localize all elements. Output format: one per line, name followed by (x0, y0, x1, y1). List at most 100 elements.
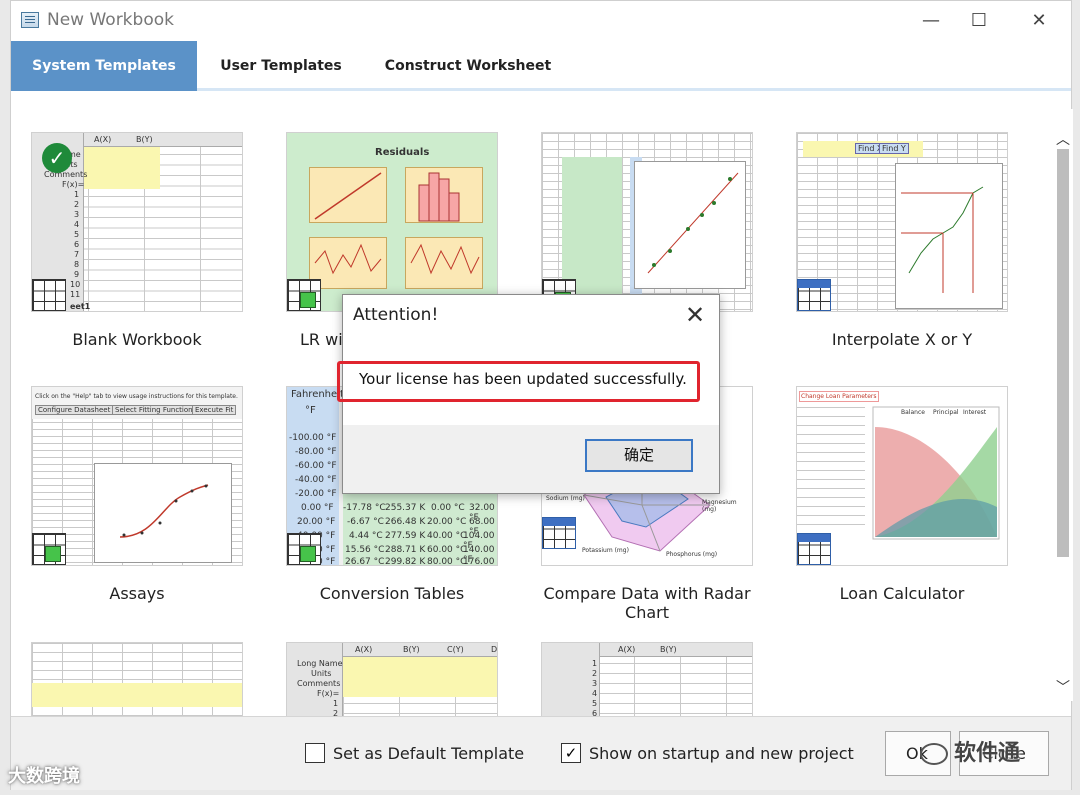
default-template-checkbox[interactable] (305, 743, 325, 763)
attention-dialog: Attention! ✕ Your license has been updat… (337, 294, 720, 494)
dialog-footer: Set as Default Template ✓ Show on startu… (11, 716, 1071, 790)
worksheet-badge-icon (542, 517, 576, 549)
cell-value: -60.00 °F (295, 461, 337, 471)
col-header: C(Y) (447, 645, 464, 654)
show-on-startup-checkbox[interactable]: ✓ (561, 743, 581, 763)
selected-check-icon: ✓ (42, 143, 72, 173)
template-thumbnail: A(X) B(Y) C(Y) D Long Name Units Comment… (286, 642, 498, 716)
template-thumbnail: Residuals (286, 132, 498, 312)
worksheet-badge-icon (287, 533, 321, 565)
scroll-thumb[interactable] (1057, 149, 1069, 557)
worksheet-badge-icon (287, 279, 321, 311)
col-header: D (491, 645, 498, 654)
cell-value: 176.00 °F (463, 557, 495, 566)
template-label: Assays (109, 584, 165, 603)
row-header: 1 (592, 659, 598, 668)
template-blank-worksheet-2[interactable]: A(X) B(Y) C(Y) D Long Name Units Comment… (286, 642, 498, 716)
row-header: 1 (333, 699, 339, 708)
template-tabs: System Templates User Templates Construc… (11, 41, 1071, 91)
legend-entry: Principal (933, 409, 959, 416)
cell-value: -40.00 °F (295, 475, 337, 485)
dialog-title: Attention! (353, 305, 439, 325)
minimize-icon[interactable]: — (911, 7, 951, 35)
brand-text: 软件通 (954, 741, 1021, 766)
worksheet-badge-icon (32, 279, 66, 311)
tab-system-templates[interactable]: System Templates (11, 41, 197, 91)
col-header: B(Y) (660, 645, 677, 654)
col-header: A(X) (94, 135, 112, 144)
cell-value: 4.44 °C (349, 531, 383, 541)
close-icon[interactable]: ✕ (1019, 7, 1059, 35)
cell-value: 26.67 °C (345, 557, 385, 566)
template-label: Conversion Tables (319, 584, 465, 603)
row-header: Units (311, 669, 332, 678)
dialog-message: Your license has been updated successful… (359, 370, 687, 388)
radar-axis-label: Potassium (mg) (582, 547, 629, 554)
template-thumbnail (31, 642, 243, 716)
worksheet-badge-icon (797, 533, 831, 565)
template-blank-workbook[interactable]: A(X) B(Y) me its Comments F(x)= 1 2 3 4 … (31, 132, 243, 362)
col-header: B(Y) (136, 135, 153, 144)
row-header: 11 (70, 290, 81, 299)
column-heading: Fahrenheit (291, 389, 344, 400)
tab-construct-worksheet[interactable]: Construct Worksheet (381, 41, 555, 91)
template-thumbnail: A(X) B(Y) 1 2 3 4 5 6 (541, 642, 753, 716)
template-country-data[interactable] (31, 642, 243, 716)
cell-value: -80.00 °F (295, 447, 337, 457)
cell-value: 299.82 K (385, 557, 426, 566)
scroll-down-icon[interactable]: ﹀ (1053, 677, 1073, 697)
show-on-startup-label: Show on startup and new project (589, 744, 854, 763)
row-header: 9 (74, 270, 80, 279)
cell-value: -20.00 °F (295, 489, 337, 499)
row-header: 1 (74, 190, 80, 199)
cell-value: -17.78 °C (343, 503, 386, 513)
row-header: 6 (592, 709, 598, 716)
template-assays[interactable]: Click on the "Help" tab to view usage in… (31, 386, 243, 616)
cell-value: 255.37 K (385, 503, 426, 513)
template-label: Blank Workbook (72, 330, 202, 349)
template-label: Loan Calculator (839, 584, 965, 603)
col-header: A(X) (618, 645, 636, 654)
dialog-close-icon[interactable]: ✕ (685, 301, 705, 329)
template-blank-worksheet-3[interactable]: A(X) B(Y) 1 2 3 4 5 6 (541, 642, 753, 716)
template-loan-calculator[interactable]: Change Loan Parameters Balance Principal… (796, 386, 1008, 616)
legend-entry: Interest (963, 409, 987, 416)
tab-user-templates[interactable]: User Templates (211, 41, 351, 91)
dialog-ok-button[interactable]: 确定 (585, 439, 693, 472)
sheet-tab: eet1 (70, 302, 91, 311)
row-header: 2 (592, 669, 598, 678)
row-header: 6 (74, 240, 80, 249)
radar-axis-label: Sodium (mg) (546, 495, 585, 502)
cell-value: 60.00 °C (427, 545, 467, 555)
gallery-scrollbar[interactable]: ︿ ﹀ (1053, 109, 1073, 701)
row-header: 5 (74, 230, 80, 239)
brand-watermark-left: 大数跨境 (8, 766, 80, 787)
cell-value: 288.71 K (385, 545, 426, 555)
cell-value: 266.48 K (385, 517, 426, 527)
row-header: 4 (592, 689, 598, 698)
title-bar: New Workbook — ☐ ✕ (11, 1, 1071, 41)
radar-axis-label: Magnesium (mg) (702, 499, 737, 513)
row-header: F(x)= (317, 689, 340, 698)
row-header: F(x)= (62, 180, 85, 189)
row-header: 7 (74, 250, 80, 259)
template-label: Interpolate X or Y (831, 330, 973, 349)
cell-value: 20.00 °F (297, 517, 336, 527)
unit-label: °F (305, 405, 316, 416)
chat-bubble-icon (920, 743, 948, 765)
template-label: Compare Data with Radar Chart (543, 584, 751, 622)
maximize-icon[interactable]: ☐ (959, 7, 999, 35)
cell-value: 0.00 °F (301, 503, 334, 513)
window-title: New Workbook (47, 10, 174, 30)
template-thumbnail: Find X Find Y (796, 132, 1008, 312)
col-header: B(Y) (403, 645, 420, 654)
cell-value: 40.00 °C (427, 531, 467, 541)
cell-value: -6.67 °C (347, 517, 384, 527)
row-header: 8 (74, 260, 80, 269)
default-template-label: Set as Default Template (333, 744, 525, 763)
template-interpolate-x-or-y[interactable]: Find X Find Y Interpolate X or Y (796, 132, 1008, 362)
template-thumbnail: A(X) B(Y) me its Comments F(x)= 1 2 3 4 … (31, 132, 243, 312)
template-thumbnail: Change Loan Parameters Balance Principal… (796, 386, 1008, 566)
cell-value: 20.00 °C (427, 517, 467, 527)
scroll-up-icon[interactable]: ︿ (1053, 129, 1073, 149)
